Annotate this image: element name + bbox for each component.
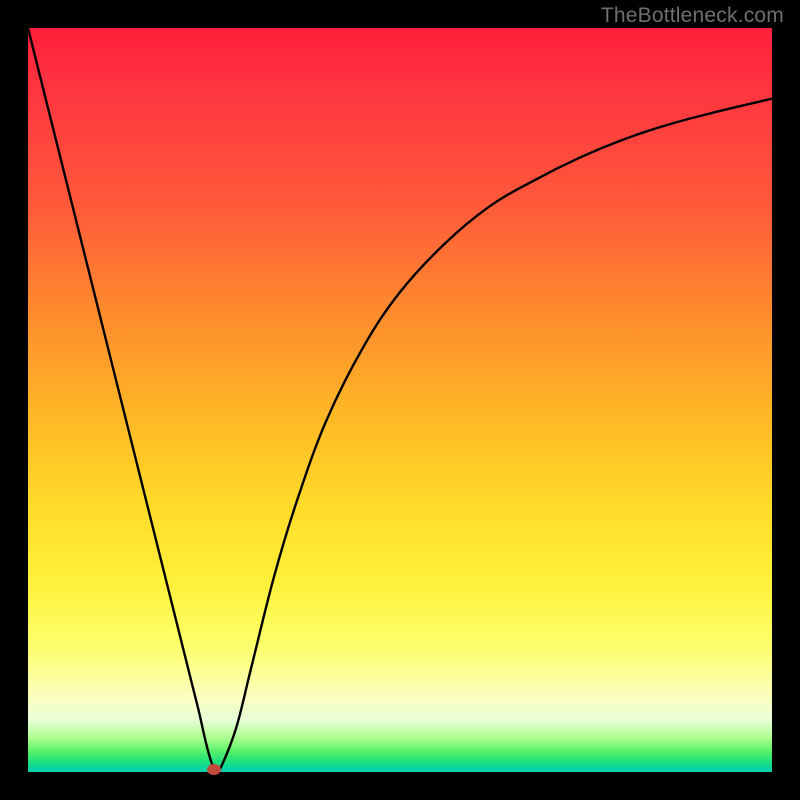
chart-frame: TheBottleneck.com (0, 0, 800, 800)
chart-plot-area (28, 28, 772, 772)
minimum-marker-dot (207, 764, 221, 775)
bottleneck-curve (28, 28, 772, 772)
watermark-text: TheBottleneck.com (601, 4, 784, 28)
